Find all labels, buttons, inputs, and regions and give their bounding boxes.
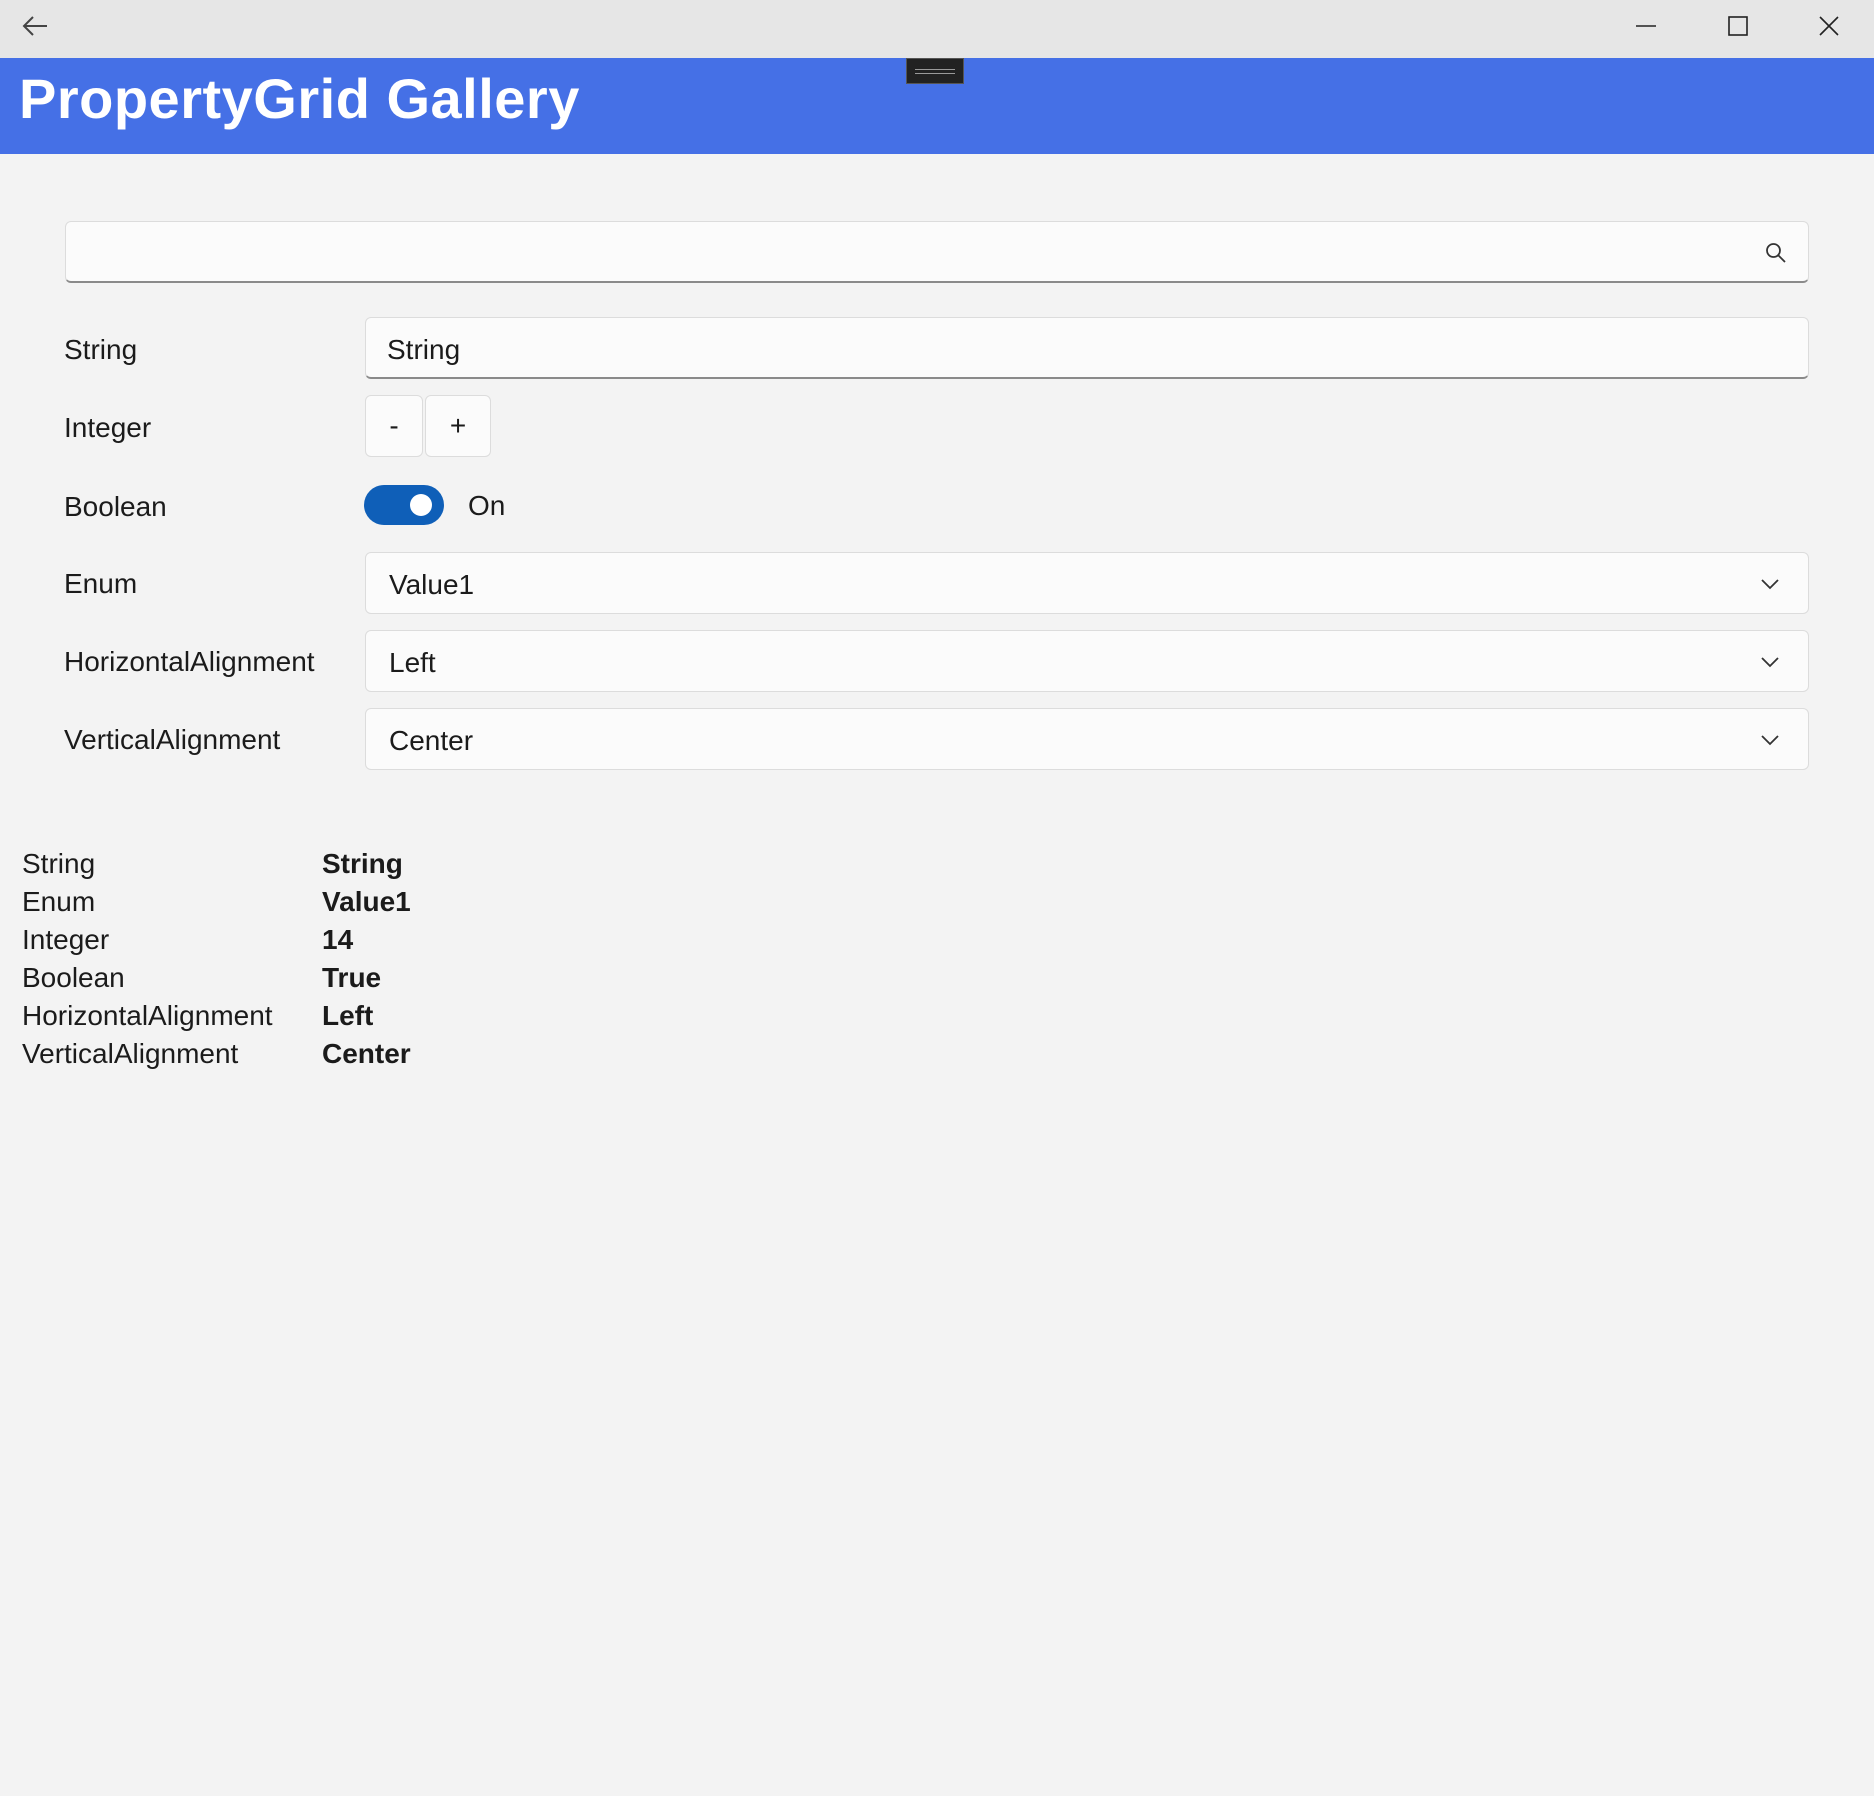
drag-handle[interactable] [906,58,964,84]
page-title: PropertyGrid Gallery [19,67,580,130]
close-button[interactable] [1784,0,1874,52]
summary-label: Integer [22,924,110,955]
window-title-bar [0,0,1874,58]
chevron-down-icon [1758,572,1782,596]
maximize-icon [1728,16,1748,36]
close-icon [1819,16,1839,36]
string-field[interactable]: String [365,317,1809,379]
summary-label: String [22,848,96,879]
search-input[interactable] [82,222,1726,282]
chevron-down-icon [1758,728,1782,752]
vertical-alignment-dropdown[interactable]: Center [365,708,1809,770]
enum-selected-value: Value1 [389,569,475,600]
search-button[interactable] [1759,236,1793,270]
integer-label: Integer [64,412,152,443]
summary-value: 14 [322,924,354,955]
toggle-state-text: On [468,490,506,521]
summary-label: VerticalAlignment [22,1038,239,1069]
vertical-alignment-selected-value: Center [389,725,474,756]
summary-value: True [322,962,382,993]
horizontal-alignment-dropdown[interactable]: Left [365,630,1809,692]
summary-label: HorizontalAlignment [22,1000,273,1031]
horizontal-alignment-selected-value: Left [389,647,436,678]
search-box[interactable] [65,221,1809,283]
chevron-down-icon [1758,650,1782,674]
boolean-toggle-switch[interactable] [364,485,444,525]
horizontal-alignment-label: HorizontalAlignment [64,646,315,677]
enum-dropdown[interactable]: Value1 [365,552,1809,614]
maximize-button[interactable] [1693,0,1783,52]
string-label: String [64,334,138,365]
minimize-button[interactable] [1601,0,1691,52]
summary-value: Left [322,1000,374,1031]
string-field-value: String [387,334,461,365]
minimize-icon [1636,25,1656,27]
search-icon [1766,243,1786,263]
vertical-alignment-label: VerticalAlignment [64,724,281,755]
increment-button[interactable]: + [425,395,491,457]
app-header: PropertyGrid Gallery [0,58,1874,154]
boolean-label: Boolean [64,491,167,522]
summary-label: Boolean [22,962,125,993]
toggle-knob [410,494,432,516]
back-button[interactable] [0,0,70,52]
summary-value: String [322,848,403,879]
summary-value: Center [322,1038,411,1069]
summary-value: Value1 [322,886,411,917]
back-arrow-icon [22,16,47,36]
summary-label: Enum [22,886,96,917]
decrement-button[interactable]: - [365,395,423,457]
enum-label: Enum [64,568,138,599]
